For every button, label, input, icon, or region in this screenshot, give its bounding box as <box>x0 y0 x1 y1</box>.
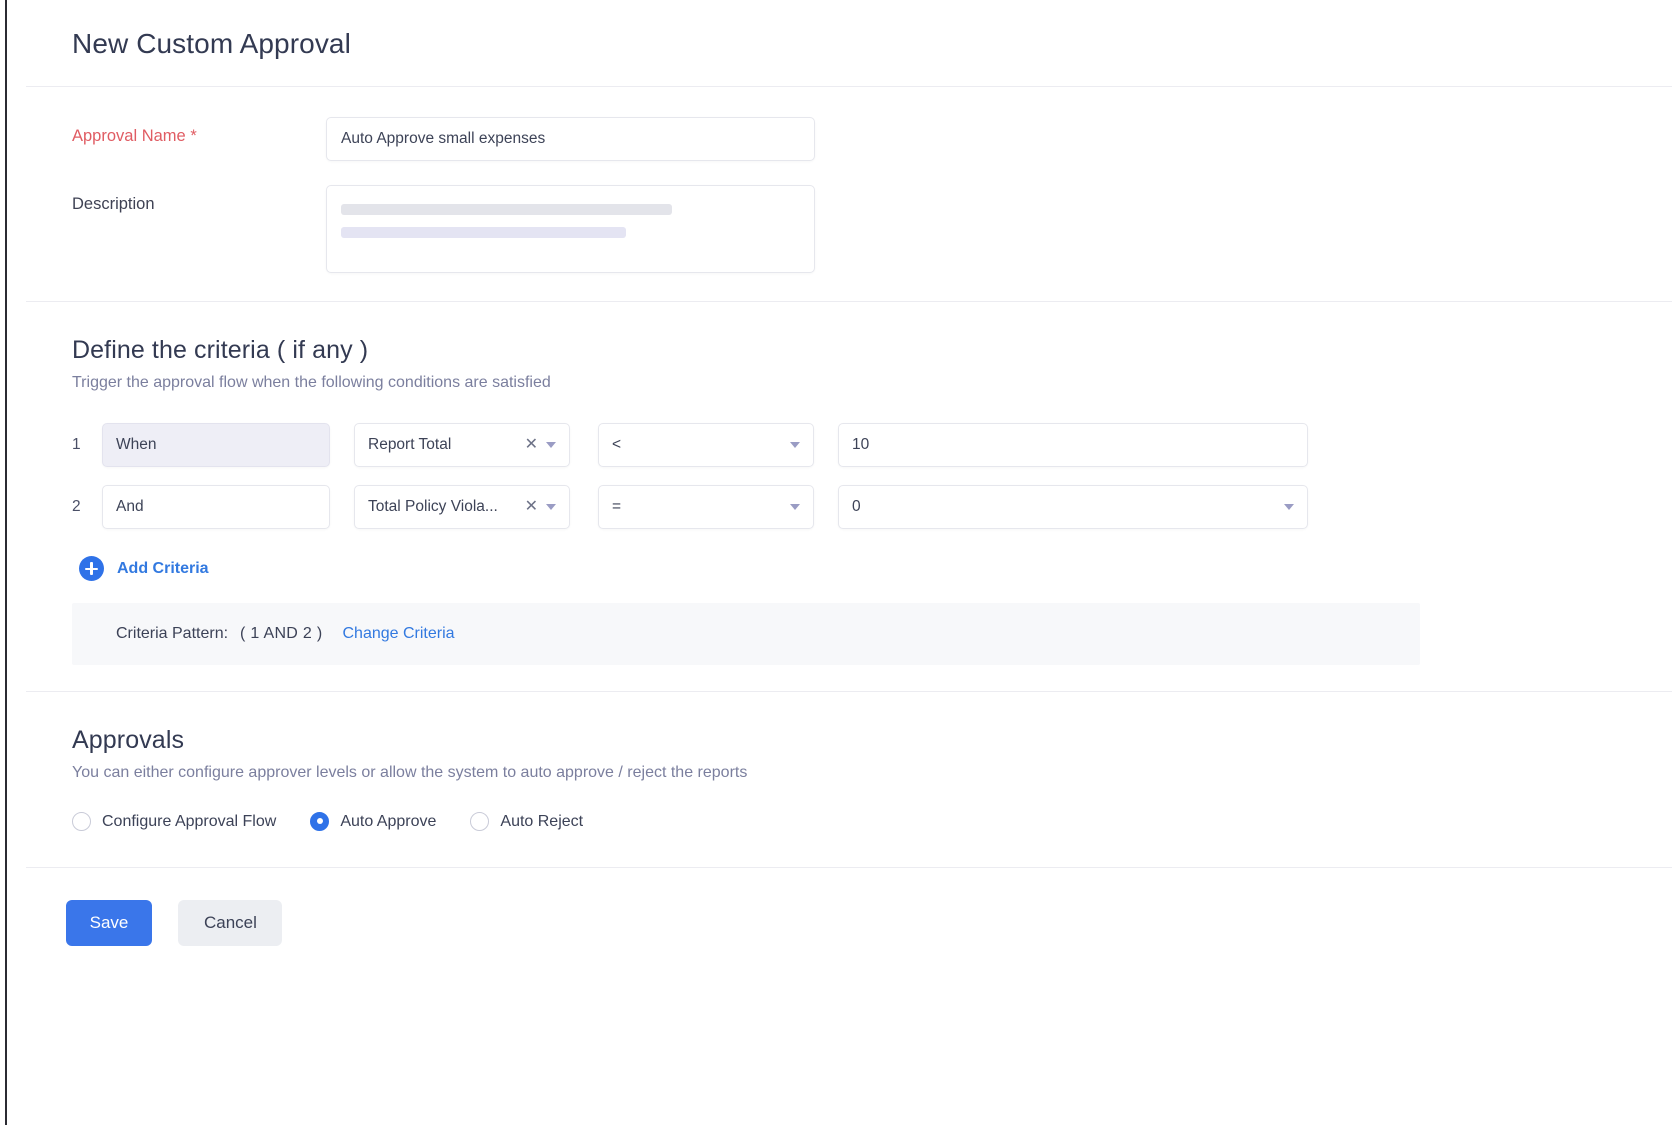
redacted-text-bar <box>341 227 626 238</box>
chevron-down-icon[interactable] <box>546 504 556 510</box>
approval-name-label: Approval Name * <box>72 117 326 147</box>
approval-name-label-text: Approval Name <box>72 127 186 145</box>
approvals-title: Approvals <box>72 726 1672 755</box>
criteria-conjunction-select[interactable]: When <box>102 423 330 467</box>
criteria-conjunction-value: When <box>116 436 316 454</box>
criteria-value-input[interactable]: 10 <box>838 423 1308 467</box>
clear-icon[interactable]: ✕ <box>525 499 538 515</box>
criteria-row-index: 2 <box>72 498 102 516</box>
approval-name-row: Approval Name * Auto Approve small expen… <box>72 117 1672 161</box>
criteria-row: 1 When Report Total ✕ < 10 <box>72 423 1672 467</box>
radio-auto-reject[interactable]: Auto Reject <box>470 812 583 831</box>
page-content: New Custom Approval Approval Name * Auto… <box>0 0 1672 946</box>
required-asterisk: * <box>190 127 196 145</box>
criteria-pattern-label: Criteria Pattern: <box>116 625 228 643</box>
criteria-operator-select[interactable]: = <box>598 485 814 529</box>
description-textarea[interactable] <box>326 185 815 273</box>
cancel-button[interactable]: Cancel <box>178 900 282 946</box>
redacted-text-bar <box>341 204 672 215</box>
chevron-down-icon[interactable] <box>790 442 800 448</box>
change-criteria-link[interactable]: Change Criteria <box>342 625 454 643</box>
criteria-conjunction-value: And <box>116 498 316 516</box>
criteria-section: Define the criteria ( if any ) Trigger t… <box>0 302 1672 691</box>
radio-label: Configure Approval Flow <box>102 813 276 831</box>
criteria-row-index: 1 <box>72 436 102 454</box>
criteria-operator-value: = <box>612 498 790 516</box>
approval-name-input[interactable]: Auto Approve small expenses <box>326 117 815 161</box>
chevron-down-icon[interactable] <box>790 504 800 510</box>
description-label: Description <box>72 185 326 215</box>
criteria-field-select[interactable]: Report Total ✕ <box>354 423 570 467</box>
criteria-title: Define the criteria ( if any ) <box>72 336 1672 365</box>
chevron-down-icon[interactable] <box>1284 504 1294 510</box>
criteria-operator-value: < <box>612 436 790 454</box>
criteria-value-select[interactable]: 0 <box>838 485 1308 529</box>
radio-label: Auto Approve <box>340 813 436 831</box>
radio-icon[interactable] <box>72 812 91 831</box>
criteria-conjunction-select[interactable]: And <box>102 485 330 529</box>
criteria-field-value: Report Total <box>368 436 525 454</box>
criteria-row: 2 And Total Policy Viola... ✕ = 0 <box>72 485 1672 529</box>
add-criteria-button[interactable]: Add Criteria <box>79 556 209 581</box>
radio-icon-selected[interactable] <box>310 812 329 831</box>
approval-details-form: Approval Name * Auto Approve small expen… <box>0 87 1672 301</box>
criteria-value-text: 0 <box>852 498 1284 516</box>
chevron-down-icon[interactable] <box>546 442 556 448</box>
criteria-subtitle: Trigger the approval flow when the follo… <box>72 374 1672 392</box>
criteria-operator-select[interactable]: < <box>598 423 814 467</box>
criteria-field-value: Total Policy Viola... <box>368 498 525 516</box>
page-header: New Custom Approval <box>0 0 1672 86</box>
criteria-value-text: 10 <box>852 436 1294 454</box>
approvals-section: Approvals You can either configure appro… <box>0 692 1672 867</box>
form-footer: Save Cancel <box>0 868 1672 946</box>
save-button[interactable]: Save <box>66 900 152 946</box>
page-title: New Custom Approval <box>72 28 1672 60</box>
approval-mode-radio-group: Configure Approval Flow Auto Approve Aut… <box>72 812 1672 831</box>
description-row: Description <box>72 185 1672 273</box>
radio-auto-approve[interactable]: Auto Approve <box>310 812 436 831</box>
radio-label: Auto Reject <box>500 813 583 831</box>
plus-icon <box>79 556 104 581</box>
criteria-field-select[interactable]: Total Policy Viola... ✕ <box>354 485 570 529</box>
approvals-subtitle: You can either configure approver levels… <box>72 764 1672 782</box>
radio-configure-approval-flow[interactable]: Configure Approval Flow <box>72 812 276 831</box>
criteria-pattern-value: ( 1 AND 2 ) <box>240 625 322 643</box>
custom-approval-page: New Custom Approval Approval Name * Auto… <box>0 0 1672 1125</box>
criteria-pattern-band: Criteria Pattern: ( 1 AND 2 ) Change Cri… <box>72 603 1420 665</box>
add-criteria-label: Add Criteria <box>117 560 209 578</box>
clear-icon[interactable]: ✕ <box>525 437 538 453</box>
radio-icon[interactable] <box>470 812 489 831</box>
